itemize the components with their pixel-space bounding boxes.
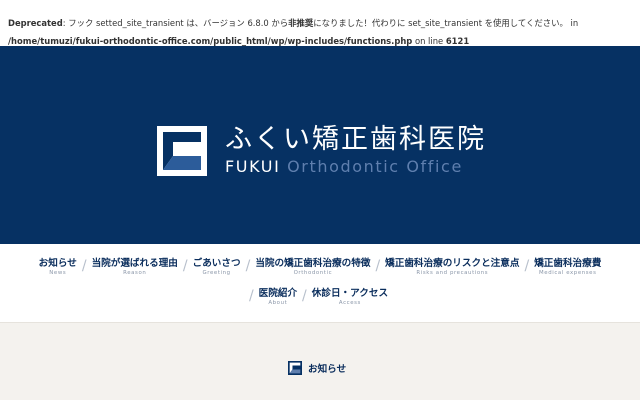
nav-sublabel: Access <box>338 300 361 306</box>
nav-separator: / <box>302 288 307 304</box>
notice-line-2: /home/tumuzi/fukui-orthodontic-office.co… <box>8 32 640 46</box>
nav-item-news[interactable]: お知らせ News <box>35 258 81 277</box>
site-subtitle-fukui: FUKUI <box>225 157 281 176</box>
nav-label: 矯正歯科治療のリスクと注意点 <box>385 258 520 269</box>
nav-item-greeting[interactable]: ごあいさつ Greeting <box>189 258 245 277</box>
notice-strong: 非推奨 <box>288 18 314 28</box>
notice-text-2: になりました！代わりに set_site_transient を使用してください… <box>313 18 579 28</box>
nav-item-access[interactable]: 休診日・アクセス Access <box>308 288 392 307</box>
nav-separator: / <box>375 258 381 274</box>
nav-label: 当院が選ばれる理由 <box>91 258 178 269</box>
news-section: お知らせ <box>0 322 640 400</box>
news-heading-label: お知らせ <box>308 364 347 375</box>
nav-item-reason[interactable]: 当院が選ばれる理由 Reason <box>88 258 182 277</box>
notice-path: /home/tumuzi/fukui-orthodontic-office.co… <box>8 36 413 46</box>
global-nav: お知らせ News / 当院が選ばれる理由 Reason / ごあいさつ Greeti… <box>0 244 640 322</box>
nav-label: 当院の矯正歯科治療の特徴 <box>255 258 371 269</box>
nav-item-orthodontic[interactable]: 当院の矯正歯科治療の特徴 Orthodontic <box>251 258 374 277</box>
site-subtitle: FUKUI Orthodontic Office <box>225 156 463 178</box>
nav-separator: / <box>182 258 188 274</box>
nav-separator: / <box>81 258 87 274</box>
nav-sublabel: Orthodontic <box>293 270 333 276</box>
nav-sublabel: News <box>49 270 67 276</box>
site-header: ふくい矯正歯科医院 FUKUI Orthodontic Office <box>0 46 640 244</box>
logo-mark-icon <box>288 361 302 375</box>
nav-sublabel: Reason <box>123 270 147 276</box>
notice-on-line: on line <box>412 36 446 46</box>
news-heading: お知らせ <box>288 361 346 375</box>
nav-item-risks[interactable]: 矯正歯科治療のリスクと注意点 Risks and precautions <box>381 258 523 277</box>
nav-separator: / <box>245 258 251 274</box>
notice-line-1: Deprecated: フック setted_site_transient は、… <box>8 14 640 32</box>
nav-label: ごあいさつ <box>192 258 241 269</box>
nav-label: 休診日・アクセス <box>311 288 389 299</box>
nav-row-1: お知らせ News / 当院が選ばれる理由 Reason / ごあいさつ Greeti… <box>0 258 640 277</box>
nav-separator: / <box>524 258 530 274</box>
nav-row-2: / 医院紹介 About / 休診日・アクセス Access <box>0 288 640 307</box>
nav-sublabel: About <box>268 300 288 306</box>
notice-line-number: 6121 <box>445 36 470 46</box>
nav-label: お知らせ <box>38 258 77 269</box>
nav-sublabel: Medical expenses <box>539 270 597 276</box>
deprecation-notice: Deprecated: フック setted_site_transient は、… <box>0 0 640 46</box>
nav-item-expenses[interactable]: 矯正歯科治療費 Medical expenses <box>530 258 605 277</box>
nav-sublabel: Risks and precautions <box>416 270 489 276</box>
site-subtitle-office: Orthodontic Office <box>280 157 463 176</box>
nav-item-about[interactable]: 医院紹介 About <box>255 288 301 307</box>
nav-separator: / <box>248 288 254 304</box>
nav-sublabel: Greeting <box>202 270 231 276</box>
nav-label: 矯正歯科治療費 <box>534 258 602 269</box>
site-title: ふくい矯正歯科医院 <box>225 124 486 155</box>
notice-label: Deprecated <box>8 18 63 28</box>
nav-label: 医院紹介 <box>258 288 298 299</box>
clinic-logo-icon <box>157 126 207 176</box>
notice-text: : フック setted_site_transient は、バージョン 6.8.… <box>62 18 289 28</box>
